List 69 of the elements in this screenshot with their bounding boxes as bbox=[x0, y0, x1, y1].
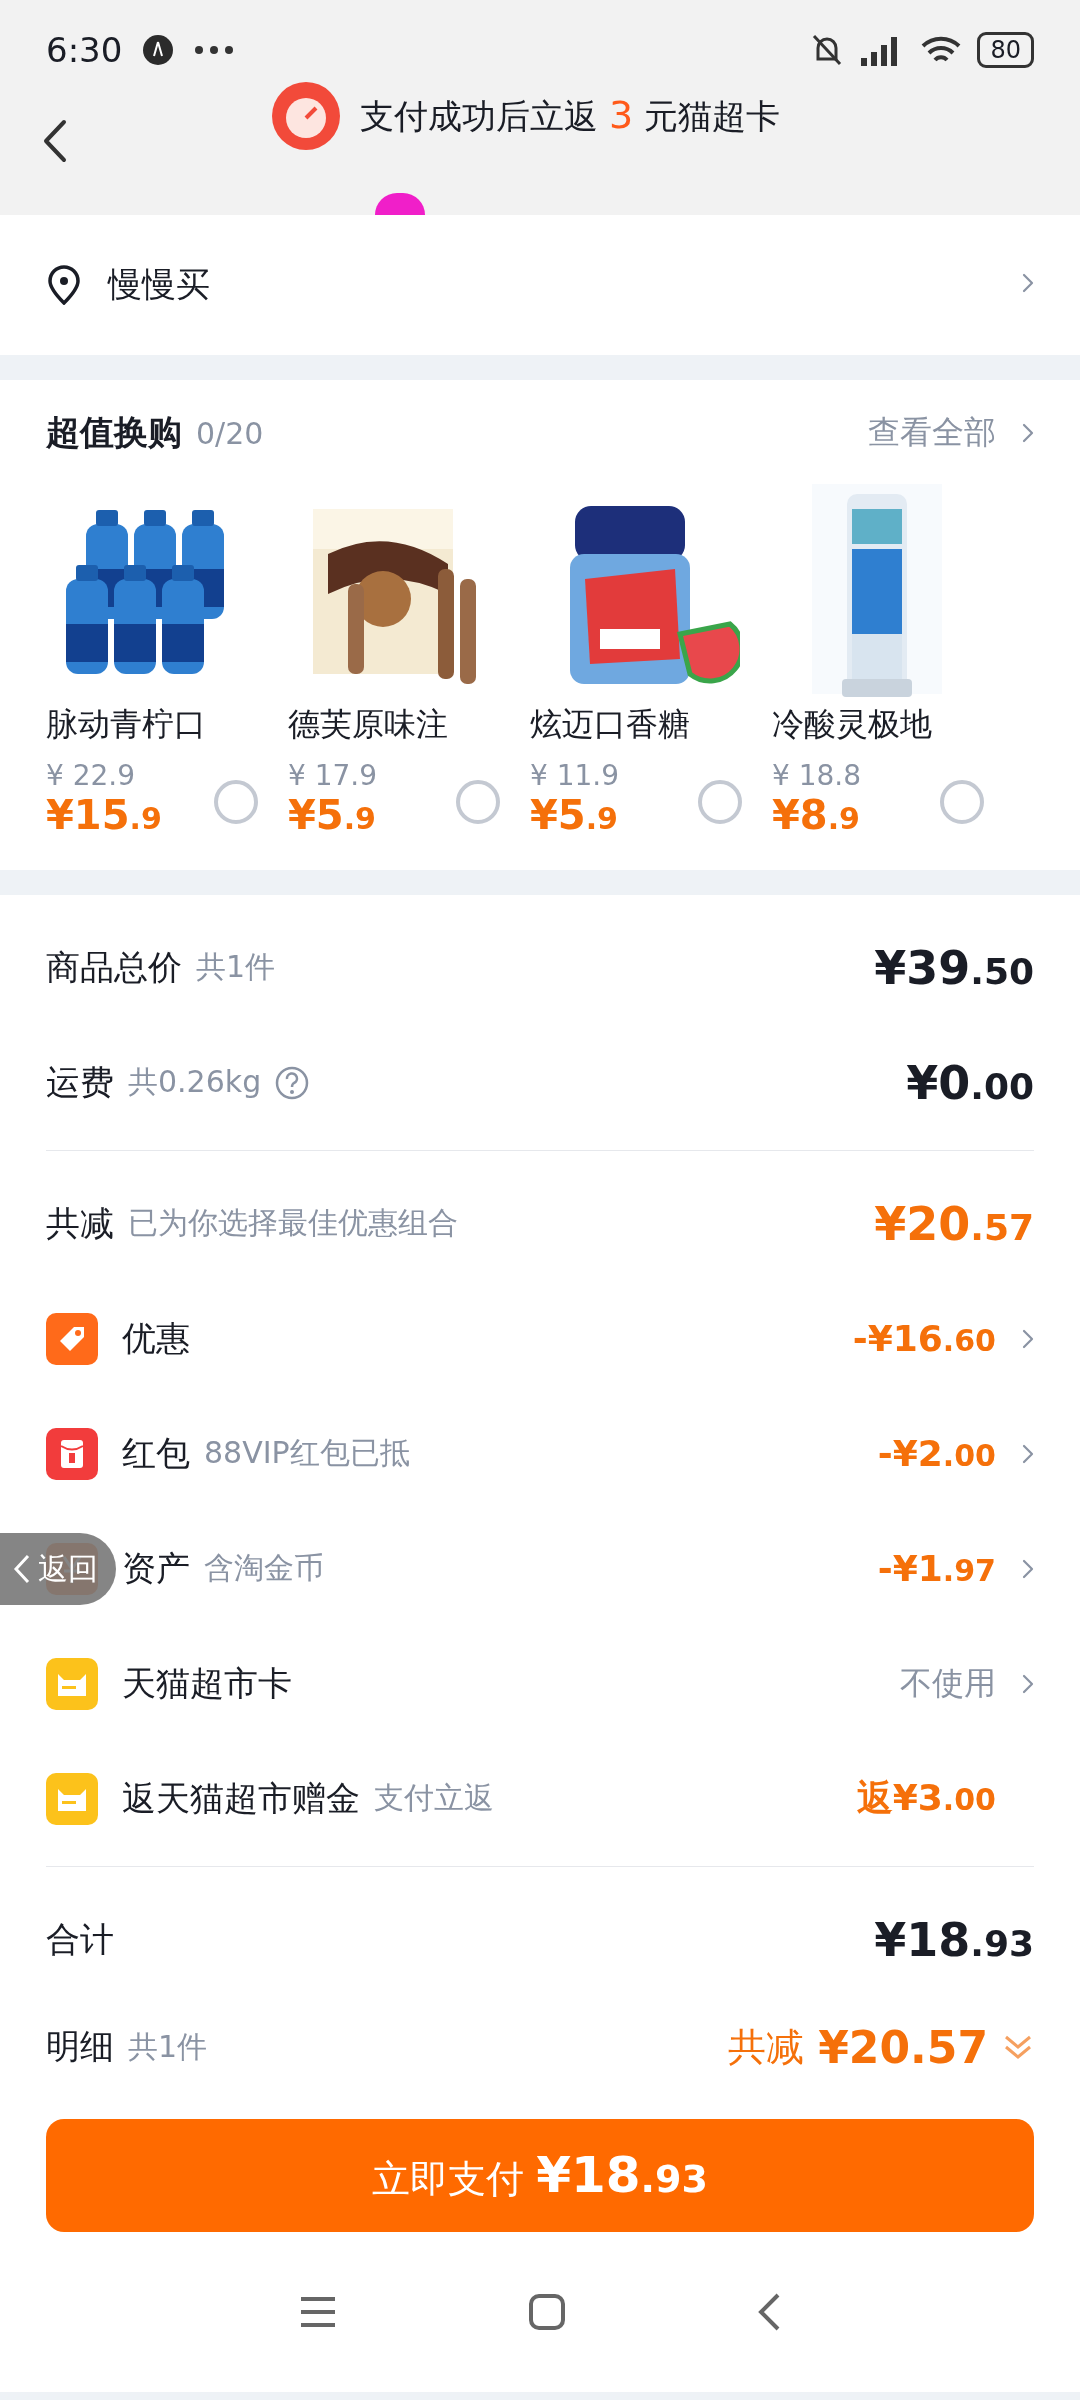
home-icon[interactable] bbox=[528, 2293, 566, 2331]
row-label: 天猫超市卡 bbox=[122, 1661, 292, 1705]
floating-back-button[interactable]: 返回 bbox=[0, 1533, 116, 1605]
promo-banner-text: 支付成功后立返 3 元猫超卡 bbox=[360, 92, 780, 139]
tag-icon bbox=[46, 1312, 98, 1365]
row-label: 运费 bbox=[46, 1060, 114, 1104]
address-text[interactable]: 慢慢买 bbox=[108, 262, 210, 308]
row-label: 合计 bbox=[46, 1917, 114, 1961]
chevron-right-icon bbox=[1022, 423, 1034, 443]
row-label: 共减 bbox=[46, 1201, 114, 1245]
row-note: 含淘金币 bbox=[204, 1549, 324, 1587]
page-indicator bbox=[375, 193, 425, 215]
product-name: 脉动青柠口 bbox=[46, 704, 207, 745]
original-price: ¥ 17.9 bbox=[288, 759, 379, 792]
pay-now-button[interactable]: 立即支付 ¥18.93 bbox=[46, 2119, 1034, 2232]
chevron-right-icon bbox=[1022, 273, 1034, 293]
price-value: ¥39.50 bbox=[874, 940, 1034, 995]
more-icon bbox=[194, 45, 235, 55]
app-icon bbox=[142, 34, 175, 66]
select-radio[interactable] bbox=[698, 780, 742, 824]
row-note: 共1件 bbox=[196, 948, 276, 986]
original-price: ¥ 11.9 bbox=[530, 759, 621, 792]
product-name: 冷酸灵极地 bbox=[772, 704, 933, 745]
status-time: 6:30 bbox=[46, 30, 123, 70]
select-radio[interactable] bbox=[456, 780, 500, 824]
discount-value[interactable]: -¥2.00 bbox=[877, 1433, 996, 1474]
discount-total: ¥20.57 bbox=[874, 1196, 1034, 1251]
row-note: 支付立返 bbox=[374, 1779, 494, 1817]
row-label: 资产 bbox=[122, 1546, 190, 1590]
battery-indicator: 80 bbox=[977, 32, 1034, 68]
chevron-left-icon bbox=[12, 1553, 32, 1585]
deal-price: ¥15.9 bbox=[46, 792, 162, 838]
row-label: 明细 bbox=[46, 2025, 114, 2068]
discount-value[interactable]: -¥16.60 bbox=[852, 1318, 996, 1359]
view-all-link[interactable]: 查看全部 bbox=[868, 411, 996, 455]
help-icon[interactable] bbox=[275, 1065, 310, 1100]
discount-value[interactable]: -¥1.97 bbox=[877, 1548, 996, 1589]
row-label: 商品总价 bbox=[46, 945, 182, 989]
alarm-clock-icon bbox=[270, 80, 343, 152]
row-note: 共1件 bbox=[128, 2027, 208, 2066]
row-label: 返天猫超市赠金 bbox=[122, 1776, 360, 1820]
deal-price: ¥5.9 bbox=[530, 792, 618, 838]
row-note: 88VIP红包已抵 bbox=[204, 1434, 410, 1472]
original-price: ¥ 18.8 bbox=[772, 759, 863, 792]
deal-price: ¥8.9 bbox=[772, 792, 860, 838]
menu-icon[interactable] bbox=[298, 2295, 338, 2329]
product-name: 炫迈口香糖 bbox=[530, 704, 691, 745]
total-value: ¥18.93 bbox=[874, 1912, 1034, 1967]
selection-count: 0/20 bbox=[196, 415, 264, 451]
location-pin-icon bbox=[46, 265, 82, 305]
row-label: 优惠 bbox=[122, 1316, 190, 1360]
discount-value[interactable]: 不使用 bbox=[900, 1661, 996, 1706]
saving-label: 共减 bbox=[728, 2023, 805, 2071]
envelope-icon bbox=[46, 1427, 98, 1480]
row-label: 红包 bbox=[122, 1431, 190, 1475]
card-icon bbox=[46, 1772, 98, 1825]
product-name: 德芙原味注 bbox=[288, 704, 449, 745]
row-note: 共0.26kg bbox=[128, 1063, 262, 1101]
deal-price: ¥5.9 bbox=[288, 792, 376, 838]
saving-value: ¥20.57 bbox=[818, 2021, 988, 2073]
row-note: 已为你选择最佳优惠组合 bbox=[128, 1204, 458, 1242]
price-value: ¥0.00 bbox=[906, 1055, 1034, 1110]
original-price: ¥ 22.9 bbox=[46, 759, 137, 792]
select-radio[interactable] bbox=[214, 780, 258, 824]
card-icon bbox=[46, 1657, 98, 1710]
discount-value[interactable]: 返¥3.00 bbox=[856, 1774, 996, 1823]
section-title: 超值换购 bbox=[46, 411, 182, 454]
back-nav-icon[interactable] bbox=[756, 2292, 782, 2332]
select-radio[interactable] bbox=[940, 780, 984, 824]
